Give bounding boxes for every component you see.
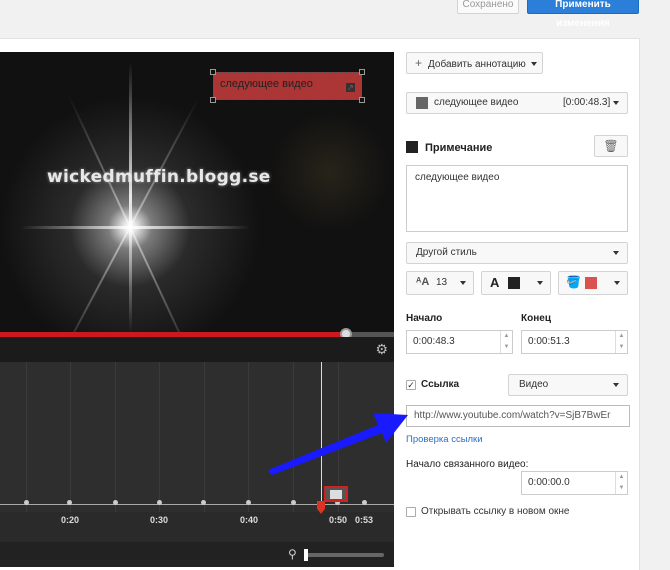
link-url-input[interactable]: http://www.youtube.com/watch?v=SjB7BwEr: [406, 405, 630, 427]
light-ray: [129, 62, 132, 332]
annotation-item-name: следующее видео: [434, 97, 519, 108]
delete-button[interactable]: 🗑: [594, 135, 628, 157]
annotation-text-field[interactable]: следующее видео: [406, 165, 628, 232]
video-player[interactable]: wickedmuffin.blogg.se следующее видео ↗ …: [0, 52, 394, 362]
timeline-tick: [24, 500, 29, 505]
annotation-list-select[interactable]: следующее видео [0:00:48.3]: [406, 92, 628, 114]
start-time-input[interactable]: 0:00:48.3 ▲ ▼: [406, 330, 513, 354]
trash-icon: 🗑: [603, 139, 619, 153]
grid-line: [248, 362, 249, 512]
annotation-marker[interactable]: [317, 501, 325, 514]
chevron-down-icon: [613, 101, 619, 105]
start-time-stepper[interactable]: ▲ ▼: [500, 331, 512, 353]
timeline-label: 0:40: [240, 515, 259, 525]
note-heading: Примечание: [425, 142, 493, 154]
pointer-arrow-shape: [268, 413, 408, 475]
timeline-label: 0:53: [355, 515, 374, 525]
grid-line: [115, 362, 116, 512]
background-color-select[interactable]: 🪣: [558, 271, 628, 295]
saved-button[interactable]: Сохранено: [457, 0, 519, 14]
link-checkbox[interactable]: ✓: [406, 380, 416, 390]
zoom-icon: ⚲: [288, 547, 297, 561]
grid-line: [204, 362, 205, 512]
add-annotation-button[interactable]: + Добавить аннотацию: [406, 52, 543, 74]
timeline-tick: [201, 500, 206, 505]
annotation-box[interactable]: следующее видео ↗: [213, 72, 362, 100]
add-annotation-label: Добавить аннотацию: [428, 59, 526, 70]
chevron-down-icon: [613, 383, 619, 387]
timeline-tick: [291, 500, 296, 505]
zoom-slider[interactable]: [306, 553, 384, 557]
chevron-down-icon: [460, 281, 466, 285]
grid-line: [70, 362, 71, 512]
video-watermark: wickedmuffin.blogg.se: [47, 167, 271, 187]
grid-line: [159, 362, 160, 512]
chevron-down-icon: [614, 281, 620, 285]
check-link[interactable]: Проверка ссылки: [406, 434, 483, 445]
zoom-slider-handle[interactable]: [304, 549, 308, 561]
font-size-icon: ᴬA: [416, 276, 430, 288]
end-time-stepper[interactable]: ▲ ▼: [615, 331, 627, 353]
apply-changes-button[interactable]: Применить изменения: [527, 0, 639, 29]
chevron-down-icon: [537, 281, 543, 285]
text-color-select[interactable]: A: [481, 271, 551, 295]
end-time-value: 0:00:51.3: [528, 336, 570, 347]
plus-icon: +: [415, 56, 423, 70]
linked-start-label: Начало связанного видео:: [406, 459, 529, 470]
paint-bucket-icon: 🪣: [566, 275, 581, 289]
linked-start-value: 0:00:00.0: [528, 477, 570, 488]
annotation-text: следующее видео: [220, 78, 313, 90]
link-type-select[interactable]: Видео: [508, 374, 628, 396]
resize-handle[interactable]: [210, 69, 216, 75]
text-color-icon: A: [490, 275, 500, 290]
background-color-swatch: [585, 277, 597, 289]
resize-handle[interactable]: [359, 97, 365, 103]
video-frame[interactable]: wickedmuffin.blogg.se следующее видео ↗: [0, 52, 394, 362]
timeline-tick: [113, 500, 118, 505]
gear-icon[interactable]: ⚙: [375, 341, 388, 357]
timeline-tick: [246, 500, 251, 505]
font-size-value: 13: [436, 277, 448, 288]
new-window-label: Открывать ссылку в новом окне: [421, 506, 570, 517]
light-ray: [56, 98, 199, 362]
annotation-clip[interactable]: [324, 486, 348, 502]
timeline-label: 0:50: [329, 515, 348, 525]
start-time-value: 0:00:48.3: [413, 336, 455, 347]
text-color-swatch: [508, 277, 520, 289]
player-controls: ⚙: [0, 337, 394, 362]
note-type-icon: [406, 141, 418, 153]
top-bar: Сохранено Применить изменения: [0, 0, 670, 29]
resize-handle[interactable]: [359, 69, 365, 75]
link-checkbox-label: Ссылка: [421, 379, 460, 390]
start-label: Начало: [406, 313, 443, 324]
style-select-value: Другой стиль: [416, 247, 477, 258]
linked-start-input[interactable]: 0:00:00.0 ▲ ▼: [521, 471, 628, 495]
timeline-label: 0:20: [61, 515, 80, 525]
style-select[interactable]: Другой стиль: [406, 242, 628, 264]
timeline-tick: [67, 500, 72, 505]
timeline-tick: [157, 500, 162, 505]
timeline-label: 0:30: [150, 515, 169, 525]
chevron-down-icon: [613, 251, 619, 255]
chevron-down-icon: [530, 62, 537, 67]
linked-start-stepper[interactable]: ▲ ▼: [615, 472, 627, 494]
timeline-footer: ⚲: [0, 542, 394, 567]
font-size-select[interactable]: ᴬA 13: [406, 271, 474, 295]
annotation-item-time: [0:00:48.3]: [563, 97, 611, 108]
link-type-value: Видео: [519, 379, 549, 390]
timeline-tick: [362, 500, 367, 505]
end-label: Конец: [521, 313, 551, 324]
annotation-type-icon: [416, 97, 428, 109]
new-window-checkbox[interactable]: [406, 507, 416, 517]
end-time-input[interactable]: 0:00:51.3 ▲ ▼: [521, 330, 628, 354]
grid-line: [26, 362, 27, 512]
external-link-icon: ↗: [346, 83, 355, 92]
annotation-clip-icon: [330, 490, 342, 499]
light-ray: [20, 226, 250, 229]
pointer-arrow: [268, 413, 408, 475]
resize-handle[interactable]: [210, 97, 216, 103]
